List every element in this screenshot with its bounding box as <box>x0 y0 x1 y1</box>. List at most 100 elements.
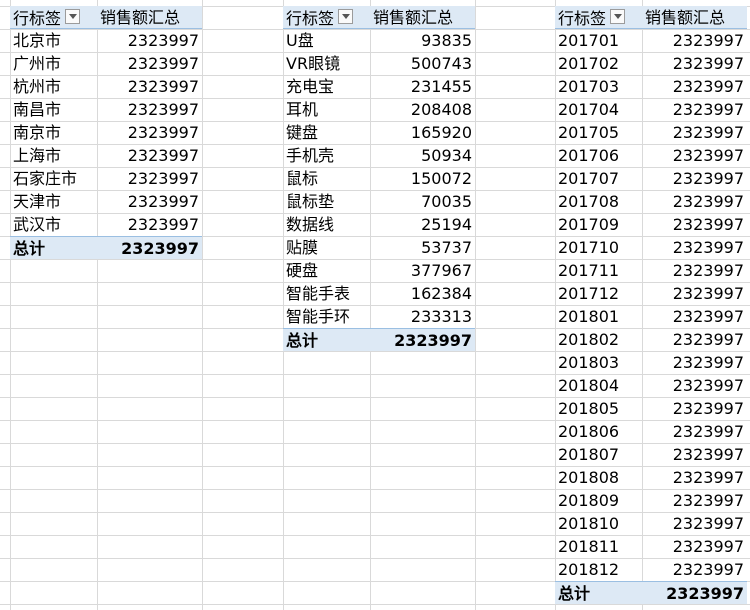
row-label-cell[interactable]: 硬盘 <box>283 259 370 282</box>
pivot-row[interactable]: 鼠标垫 70035 <box>283 190 475 213</box>
row-label-cell[interactable]: 充电宝 <box>283 75 370 98</box>
pivot-row[interactable]: 201709 2323997 <box>555 213 747 236</box>
pivot-row[interactable]: 201807 2323997 <box>555 443 747 466</box>
row-label-cell[interactable]: 201711 <box>555 259 642 282</box>
value-cell[interactable]: 2323997 <box>642 466 747 489</box>
pivot-row[interactable]: 201705 2323997 <box>555 121 747 144</box>
value-cell[interactable]: 208408 <box>370 98 475 121</box>
row-label-cell[interactable]: 201708 <box>555 190 642 213</box>
value-cell[interactable]: 500743 <box>370 52 475 75</box>
row-label-cell[interactable]: 南昌市 <box>10 98 97 121</box>
total-label-cell[interactable]: 总计 <box>555 582 642 605</box>
pivot-row[interactable]: 201812 2323997 <box>555 558 747 581</box>
pivot-row[interactable]: 201804 2323997 <box>555 374 747 397</box>
value-cell[interactable]: 2323997 <box>642 305 747 328</box>
pivot-row[interactable]: 201710 2323997 <box>555 236 747 259</box>
row-label-cell[interactable]: 鼠标垫 <box>283 190 370 213</box>
row-label-cell[interactable]: 201712 <box>555 282 642 305</box>
pivot-row[interactable]: 智能手表 162384 <box>283 282 475 305</box>
row-label-header[interactable]: 行标签 <box>283 6 370 29</box>
row-label-cell[interactable]: 201806 <box>555 420 642 443</box>
value-cell[interactable]: 2323997 <box>97 52 202 75</box>
row-label-cell[interactable]: 201810 <box>555 512 642 535</box>
value-cell[interactable]: 377967 <box>370 259 475 282</box>
pivot-row[interactable]: 201704 2323997 <box>555 98 747 121</box>
row-label-cell[interactable]: 201803 <box>555 351 642 374</box>
value-cell[interactable]: 2323997 <box>642 489 747 512</box>
pivot-row[interactable]: 武汉市 2323997 <box>10 213 202 236</box>
row-label-cell[interactable]: 201802 <box>555 328 642 351</box>
row-label-cell[interactable]: 201707 <box>555 167 642 190</box>
pivot-row[interactable]: 南京市 2323997 <box>10 121 202 144</box>
row-label-cell[interactable]: 贴膜 <box>283 236 370 259</box>
pivot-row[interactable]: 201706 2323997 <box>555 144 747 167</box>
value-cell[interactable]: 2323997 <box>642 351 747 374</box>
pivot-row[interactable]: 数据线 25194 <box>283 213 475 236</box>
row-label-cell[interactable]: 201809 <box>555 489 642 512</box>
pivot-row[interactable]: 智能手环 233313 <box>283 305 475 328</box>
row-label-cell[interactable]: 201811 <box>555 535 642 558</box>
row-label-cell[interactable]: 智能手环 <box>283 305 370 328</box>
row-label-cell[interactable]: 201812 <box>555 558 642 581</box>
value-cell[interactable]: 2323997 <box>97 121 202 144</box>
value-cell[interactable]: 2323997 <box>97 190 202 213</box>
pivot-row[interactable]: 201809 2323997 <box>555 489 747 512</box>
row-label-cell[interactable]: 201709 <box>555 213 642 236</box>
row-label-cell[interactable]: 201701 <box>555 29 642 52</box>
pivot-row[interactable]: 耳机 208408 <box>283 98 475 121</box>
pivot-row[interactable]: 201703 2323997 <box>555 75 747 98</box>
total-label-cell[interactable]: 总计 <box>10 237 97 260</box>
pivot-total-row[interactable]: 总计 2323997 <box>283 328 475 351</box>
pivot-row[interactable]: 201805 2323997 <box>555 397 747 420</box>
row-label-cell[interactable]: 键盘 <box>283 121 370 144</box>
pivot-row[interactable]: 201707 2323997 <box>555 167 747 190</box>
value-cell[interactable]: 2323997 <box>642 512 747 535</box>
value-cell[interactable]: 233313 <box>370 305 475 328</box>
value-cell[interactable]: 150072 <box>370 167 475 190</box>
pivot-row[interactable]: U盘 93835 <box>283 29 475 52</box>
total-value-cell[interactable]: 2323997 <box>97 237 202 260</box>
pivot-row[interactable]: 北京市 2323997 <box>10 29 202 52</box>
value-cell[interactable]: 2323997 <box>642 397 747 420</box>
row-label-cell[interactable]: 201704 <box>555 98 642 121</box>
filter-dropdown-icon[interactable] <box>338 9 354 24</box>
row-label-cell[interactable]: 天津市 <box>10 190 97 213</box>
value-cell[interactable]: 25194 <box>370 213 475 236</box>
value-cell[interactable]: 2323997 <box>642 259 747 282</box>
pivot-row[interactable]: 杭州市 2323997 <box>10 75 202 98</box>
pivot-row[interactable]: 石家庄市 2323997 <box>10 167 202 190</box>
row-label-cell[interactable]: 上海市 <box>10 144 97 167</box>
value-field-header[interactable]: 销售额汇总 <box>642 6 747 29</box>
value-cell[interactable]: 2323997 <box>642 374 747 397</box>
value-cell[interactable]: 2323997 <box>642 558 747 581</box>
pivot-row[interactable]: 201708 2323997 <box>555 190 747 213</box>
pivot-row[interactable]: VR眼镜 500743 <box>283 52 475 75</box>
filter-dropdown-icon[interactable] <box>65 9 81 24</box>
row-label-cell[interactable]: 201703 <box>555 75 642 98</box>
value-cell[interactable]: 2323997 <box>642 282 747 305</box>
row-label-cell[interactable]: 201805 <box>555 397 642 420</box>
row-label-cell[interactable]: 201706 <box>555 144 642 167</box>
value-field-header[interactable]: 销售额汇总 <box>370 6 475 29</box>
row-label-cell[interactable]: 201807 <box>555 443 642 466</box>
pivot-row[interactable]: 201808 2323997 <box>555 466 747 489</box>
pivot-row[interactable]: 南昌市 2323997 <box>10 98 202 121</box>
value-cell[interactable]: 2323997 <box>97 213 202 236</box>
pivot-row[interactable]: 201702 2323997 <box>555 52 747 75</box>
value-cell[interactable]: 2323997 <box>97 144 202 167</box>
total-value-cell[interactable]: 2323997 <box>370 329 475 352</box>
row-label-cell[interactable]: 201808 <box>555 466 642 489</box>
value-cell[interactable]: 2323997 <box>97 29 202 52</box>
row-label-cell[interactable]: 石家庄市 <box>10 167 97 190</box>
value-cell[interactable]: 2323997 <box>642 236 747 259</box>
value-cell[interactable]: 2323997 <box>642 144 747 167</box>
value-cell[interactable]: 2323997 <box>97 167 202 190</box>
pivot-row[interactable]: 201802 2323997 <box>555 328 747 351</box>
pivot-row[interactable]: 201701 2323997 <box>555 29 747 52</box>
pivot-row[interactable]: 充电宝 231455 <box>283 75 475 98</box>
value-cell[interactable]: 2323997 <box>97 75 202 98</box>
pivot-row[interactable]: 201711 2323997 <box>555 259 747 282</box>
value-cell[interactable]: 2323997 <box>642 535 747 558</box>
value-cell[interactable]: 162384 <box>370 282 475 305</box>
total-label-cell[interactable]: 总计 <box>283 329 370 352</box>
